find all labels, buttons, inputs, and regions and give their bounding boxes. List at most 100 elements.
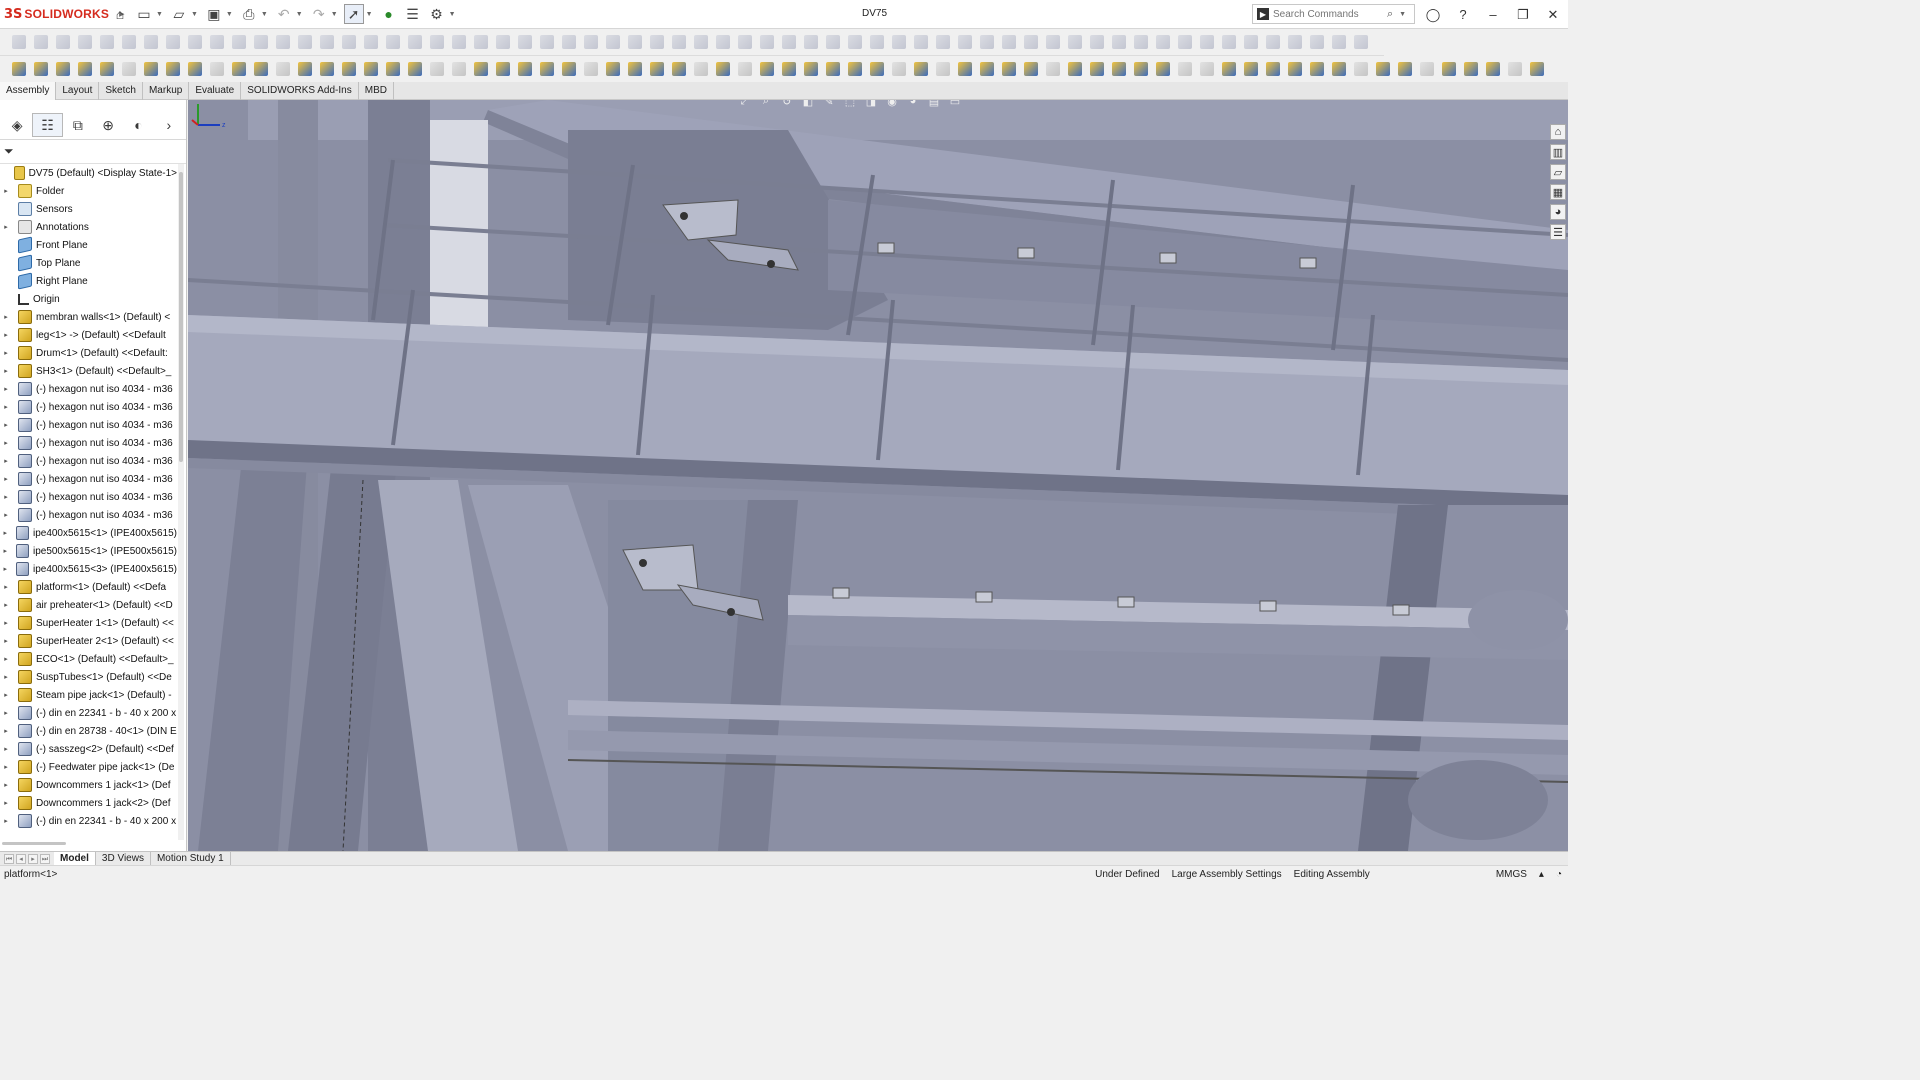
toolbar-command-icon[interactable] bbox=[382, 33, 404, 51]
assembly-command-icon[interactable] bbox=[624, 60, 646, 78]
status-large-assembly-settings[interactable]: Large Assembly Settings bbox=[1172, 869, 1282, 880]
display-style-icon[interactable]: ◨ bbox=[862, 100, 880, 110]
save-caret-icon[interactable]: ▼ bbox=[226, 11, 233, 18]
expand-arrow-icon[interactable]: ▸ bbox=[0, 547, 10, 555]
toolbar-command-icon[interactable] bbox=[514, 33, 536, 51]
assembly-command-icon[interactable] bbox=[1262, 60, 1284, 78]
search-icon[interactable]: ⌕ bbox=[1387, 8, 1393, 21]
tree-item[interactable]: ▸ Downcommers 1 jack<1> (Def bbox=[0, 776, 177, 794]
toolbar-command-icon[interactable] bbox=[778, 33, 800, 51]
toolbar-command-icon[interactable] bbox=[360, 33, 382, 51]
assembly-command-icon[interactable] bbox=[250, 60, 272, 78]
toolbar-command-icon[interactable] bbox=[272, 33, 294, 51]
assembly-command-icon[interactable] bbox=[756, 60, 778, 78]
tree-item[interactable]: ▸ (-) hexagon nut iso 4034 - m36 bbox=[0, 470, 177, 488]
toolbar-command-icon[interactable] bbox=[8, 33, 30, 51]
assembly-command-icon[interactable] bbox=[536, 60, 558, 78]
expand-arrow-icon[interactable]: ▸ bbox=[0, 583, 12, 591]
expand-arrow-icon[interactable]: ▸ bbox=[0, 619, 12, 627]
save-icon[interactable]: ▣ bbox=[204, 4, 224, 24]
bottom-tab-motion-study-1[interactable]: Motion Study 1 bbox=[151, 851, 231, 866]
expand-arrow-icon[interactable]: ▸ bbox=[0, 691, 12, 699]
toolbar-command-icon[interactable] bbox=[1262, 33, 1284, 51]
hide-show-items-icon[interactable]: ◉ bbox=[883, 100, 901, 110]
assembly-command-icon[interactable] bbox=[866, 60, 888, 78]
tab-sketch[interactable]: Sketch bbox=[99, 82, 143, 100]
toolbar-command-icon[interactable] bbox=[1020, 33, 1042, 51]
undo-icon[interactable]: ↶ bbox=[274, 4, 294, 24]
assembly-command-icon[interactable] bbox=[316, 60, 338, 78]
assembly-command-icon[interactable] bbox=[778, 60, 800, 78]
expand-arrow-icon[interactable]: ▸ bbox=[0, 223, 12, 231]
toolbar-command-icon[interactable] bbox=[844, 33, 866, 51]
previous-view-icon[interactable]: ↺ bbox=[778, 100, 796, 110]
toolbar-command-icon[interactable] bbox=[30, 33, 52, 51]
expand-arrow-icon[interactable]: ▸ bbox=[0, 745, 12, 753]
expand-arrow-icon[interactable]: ▸ bbox=[0, 529, 10, 537]
search-commands-field[interactable]: ▶ ⌕ ▼ bbox=[1252, 4, 1415, 24]
assembly-command-icon[interactable] bbox=[668, 60, 690, 78]
tree-item[interactable]: ▸ ipe400x5615<3> (IPE400x5615) bbox=[0, 560, 177, 578]
toolbar-command-icon[interactable] bbox=[866, 33, 888, 51]
assembly-command-icon[interactable] bbox=[514, 60, 536, 78]
redo-icon[interactable]: ↷ bbox=[309, 4, 329, 24]
assembly-command-icon[interactable] bbox=[470, 60, 492, 78]
design-library-icon[interactable]: ▥ bbox=[1550, 144, 1566, 160]
tree-item[interactable]: ▸ SuperHeater 2<1> (Default) << bbox=[0, 632, 177, 650]
expand-arrow-icon[interactable]: ▸ bbox=[0, 385, 12, 393]
tree-item[interactable]: Origin bbox=[0, 290, 177, 308]
tree-item[interactable]: ▸ Downcommers 1 jack<2> (Def bbox=[0, 794, 177, 812]
assembly-command-icon[interactable] bbox=[492, 60, 514, 78]
assembly-command-icon[interactable] bbox=[8, 60, 30, 78]
toolbar-command-icon[interactable] bbox=[646, 33, 668, 51]
toolbar-command-icon[interactable] bbox=[954, 33, 976, 51]
expand-arrow-icon[interactable]: ▸ bbox=[0, 601, 12, 609]
tree-item[interactable]: ▸ leg<1> -> (Default) <<Default bbox=[0, 326, 177, 344]
assembly-command-icon[interactable] bbox=[1174, 60, 1196, 78]
tree-item[interactable]: ▸ Folder bbox=[0, 182, 177, 200]
assembly-command-icon[interactable] bbox=[272, 60, 294, 78]
assembly-command-icon[interactable] bbox=[404, 60, 426, 78]
appearances-icon[interactable]: ◕ bbox=[1550, 204, 1566, 220]
toolbar-command-icon[interactable] bbox=[1086, 33, 1108, 51]
toolbar-command-icon[interactable] bbox=[404, 33, 426, 51]
assembly-command-icon[interactable] bbox=[96, 60, 118, 78]
toolbar-command-icon[interactable] bbox=[206, 33, 228, 51]
toolbar-command-icon[interactable] bbox=[734, 33, 756, 51]
tree-item[interactable]: ▸ (-) hexagon nut iso 4034 - m36 bbox=[0, 488, 177, 506]
assembly-command-icon[interactable] bbox=[140, 60, 162, 78]
edit-appearance-icon[interactable]: ◕ bbox=[904, 100, 922, 110]
tree-item[interactable]: ▸ (-) hexagon nut iso 4034 - m36 bbox=[0, 398, 177, 416]
assembly-command-icon[interactable] bbox=[954, 60, 976, 78]
assembly-command-icon[interactable] bbox=[734, 60, 756, 78]
toolbar-command-icon[interactable] bbox=[1130, 33, 1152, 51]
toolbar-command-icon[interactable] bbox=[426, 33, 448, 51]
toolbar-command-icon[interactable] bbox=[74, 33, 96, 51]
toolbar-command-icon[interactable] bbox=[976, 33, 998, 51]
toolbar-command-icon[interactable] bbox=[1218, 33, 1240, 51]
toolbar-command-icon[interactable] bbox=[624, 33, 646, 51]
assembly-command-icon[interactable] bbox=[844, 60, 866, 78]
assembly-command-icon[interactable] bbox=[1284, 60, 1306, 78]
model-3d-view[interactable] bbox=[188, 100, 1568, 851]
assembly-command-icon[interactable] bbox=[426, 60, 448, 78]
tree-item[interactable]: ▸ (-) hexagon nut iso 4034 - m36 bbox=[0, 380, 177, 398]
assembly-command-icon[interactable] bbox=[1482, 60, 1504, 78]
assembly-command-icon[interactable] bbox=[690, 60, 712, 78]
first-tab-icon[interactable]: ⏮ bbox=[4, 853, 14, 864]
expand-arrow-icon[interactable]: ▸ bbox=[0, 475, 12, 483]
tree-item[interactable]: ▸ air preheater<1> (Default) <<D bbox=[0, 596, 177, 614]
tree-item[interactable]: Sensors bbox=[0, 200, 177, 218]
assembly-command-icon[interactable] bbox=[1042, 60, 1064, 78]
assembly-command-icon[interactable] bbox=[712, 60, 734, 78]
assembly-command-icon[interactable] bbox=[822, 60, 844, 78]
toolbar-command-icon[interactable] bbox=[1196, 33, 1218, 51]
feature-manager-tab-icon[interactable]: ◈ bbox=[2, 113, 32, 137]
new-caret-icon[interactable]: ▼ bbox=[156, 11, 163, 18]
expand-arrow-icon[interactable]: ▸ bbox=[0, 511, 12, 519]
tree-horizontal-scrollbar[interactable] bbox=[2, 842, 66, 845]
tree-item[interactable]: ▸ Annotations bbox=[0, 218, 177, 236]
expand-arrow-icon[interactable]: ▸ bbox=[0, 439, 12, 447]
new-document-icon[interactable]: ▭ bbox=[134, 4, 154, 24]
home-icon[interactable]: ⌂ bbox=[110, 4, 130, 24]
